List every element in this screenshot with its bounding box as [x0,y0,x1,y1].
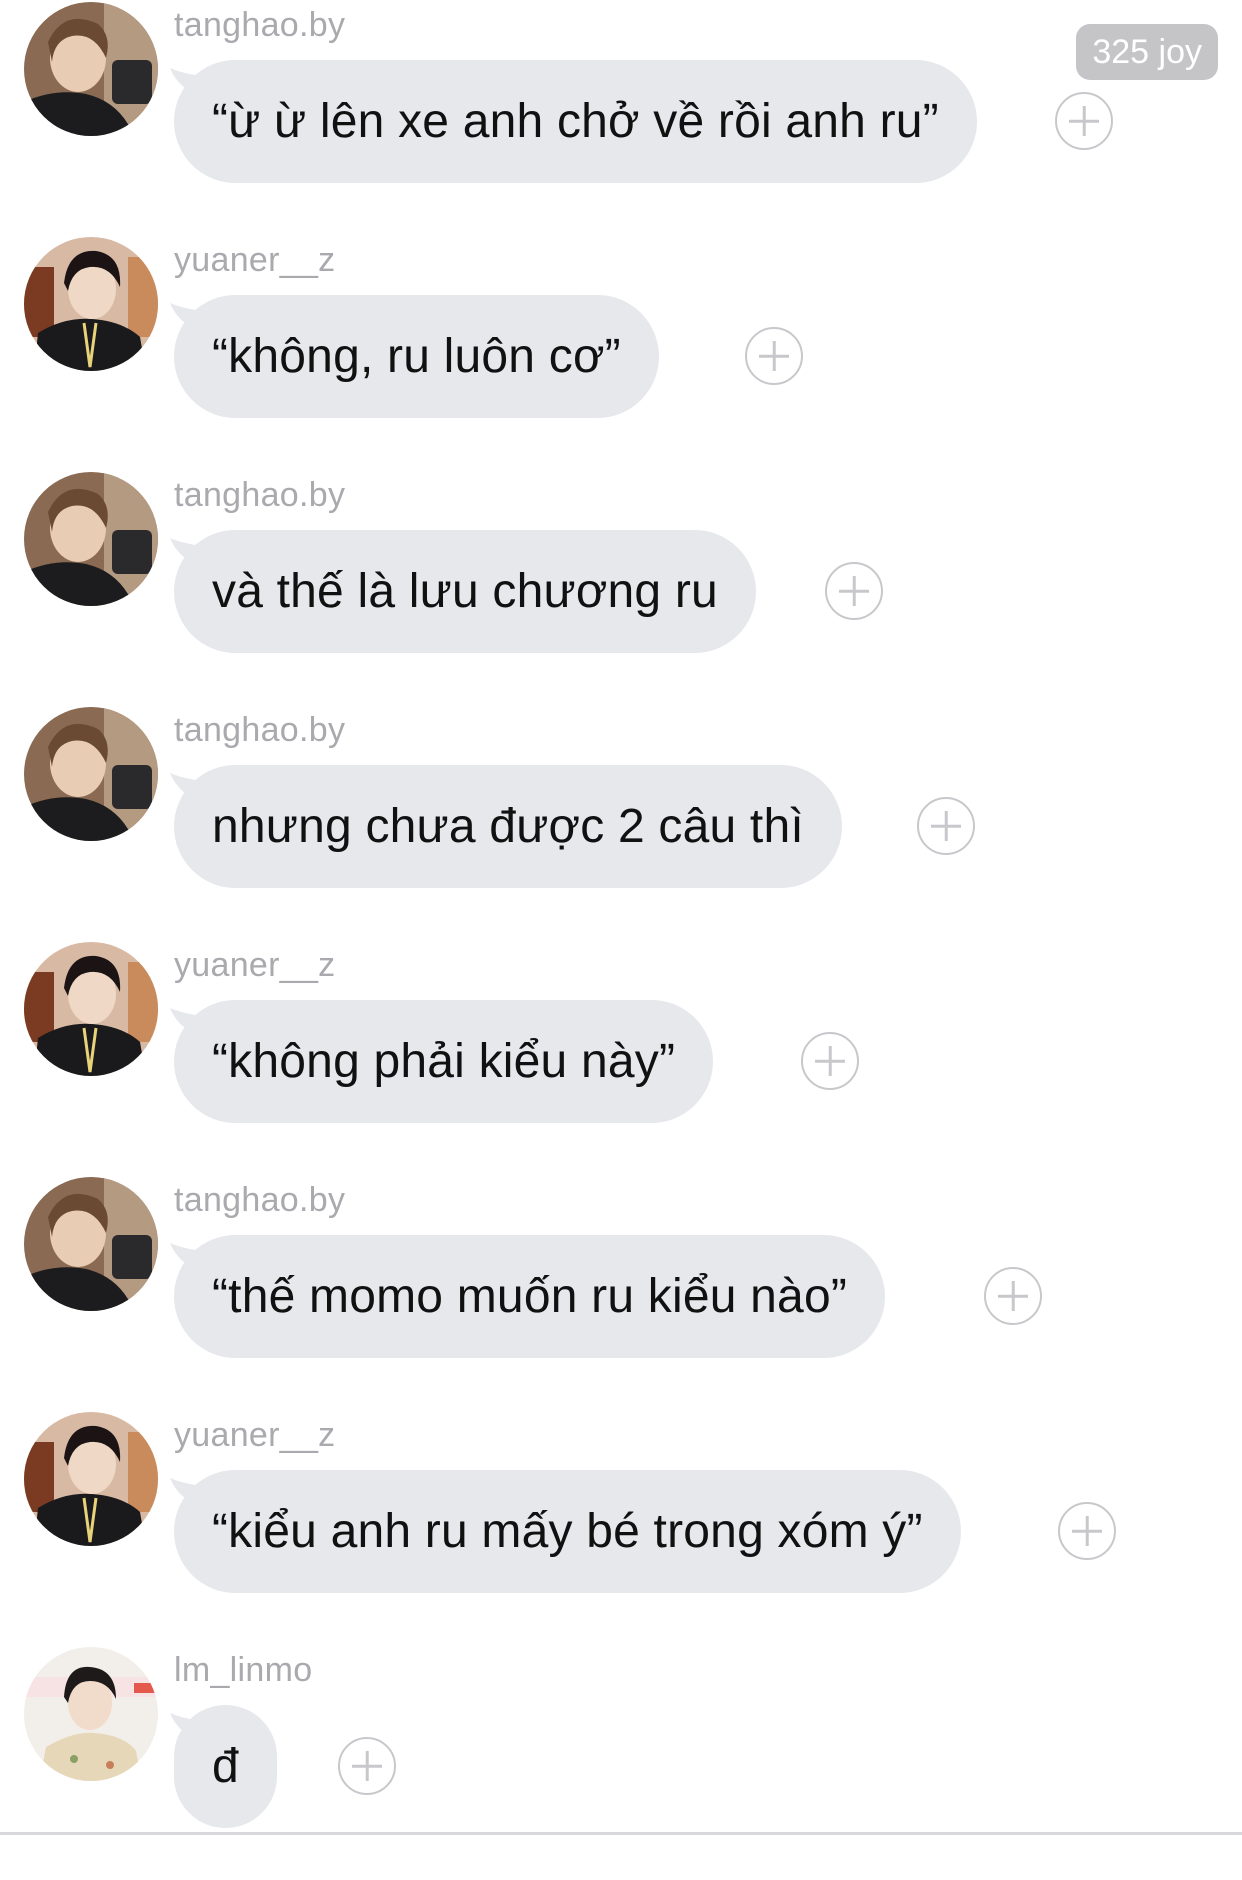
message-bubble[interactable]: “thế momo muốn ru kiểu nào” [174,1235,886,1358]
avatar-yuaner[interactable] [24,237,158,371]
message-bubble-wrap: “không, ru luôn cơ” [174,295,659,418]
react-plus-button[interactable] [338,1737,396,1795]
react-plus-button[interactable] [1058,1502,1116,1560]
avatar-tanghao[interactable] [24,1177,158,1311]
message-bubble-wrap: “thế momo muốn ru kiểu nào” [174,1235,886,1358]
message-row: tanghao.by và thế là lưu chương ru [0,470,1242,705]
message-bubble[interactable]: và thế là lưu chương ru [174,530,756,653]
username[interactable]: yuaner__z [174,1412,335,1458]
message-row: tanghao.by nhưng chưa được 2 câu thì [0,705,1242,940]
message-row: lm_linmo đ [0,1645,1242,1880]
message-bubble-wrap: “không phải kiểu này” [174,1000,714,1123]
username[interactable]: tanghao.by [174,707,345,753]
avatar-yuaner[interactable] [24,942,158,1076]
react-plus-button[interactable] [825,562,883,620]
message-bubble[interactable]: “kiểu anh ru mấy bé trong xóm ý” [174,1470,961,1593]
avatar-tanghao[interactable] [24,472,158,606]
react-plus-button[interactable] [801,1032,859,1090]
message-bubble-wrap: đ [174,1705,277,1828]
username[interactable]: yuaner__z [174,942,335,988]
react-plus-button[interactable] [917,797,975,855]
username[interactable]: tanghao.by [174,472,345,518]
message-bubble[interactable]: đ [174,1705,277,1828]
message-bubble[interactable]: nhưng chưa được 2 câu thì [174,765,842,888]
avatar-tanghao[interactable] [24,2,158,136]
message-row: yuaner__z “kiểu anh ru mấy bé trong xóm … [0,1410,1242,1645]
message-bubble-wrap: “kiểu anh ru mấy bé trong xóm ý” [174,1470,961,1593]
username[interactable]: lm_linmo [174,1647,312,1693]
message-row: yuaner__z “không phải kiểu này” [0,940,1242,1175]
react-plus-button[interactable] [1055,92,1113,150]
message-bubble[interactable]: “không, ru luôn cơ” [174,295,659,418]
react-plus-button[interactable] [984,1267,1042,1325]
message-bubble[interactable]: “không phải kiểu này” [174,1000,714,1123]
react-plus-button[interactable] [745,327,803,385]
username[interactable]: yuaner__z [174,237,335,283]
avatar-linmo[interactable] [24,1647,158,1781]
chat-thread: 325 joy tanghao.by “ừ ừ lên xe anh chở v… [0,0,1242,1835]
message-bubble-wrap: nhưng chưa được 2 câu thì [174,765,842,888]
message-row: tanghao.by “thế momo muốn ru kiểu nào” [0,1175,1242,1410]
avatar-tanghao[interactable] [24,707,158,841]
username[interactable]: tanghao.by [174,2,345,48]
message-row: yuaner__z “không, ru luôn cơ” [0,235,1242,470]
message-bubble-wrap: “ừ ừ lên xe anh chở về rồi anh ru” [174,60,977,183]
message-bubble[interactable]: “ừ ừ lên xe anh chở về rồi anh ru” [174,60,977,183]
username[interactable]: tanghao.by [174,1177,345,1223]
message-bubble-wrap: và thế là lưu chương ru [174,530,756,653]
message-row: tanghao.by “ừ ừ lên xe anh chở về rồi an… [0,0,1242,235]
avatar-yuaner[interactable] [24,1412,158,1546]
